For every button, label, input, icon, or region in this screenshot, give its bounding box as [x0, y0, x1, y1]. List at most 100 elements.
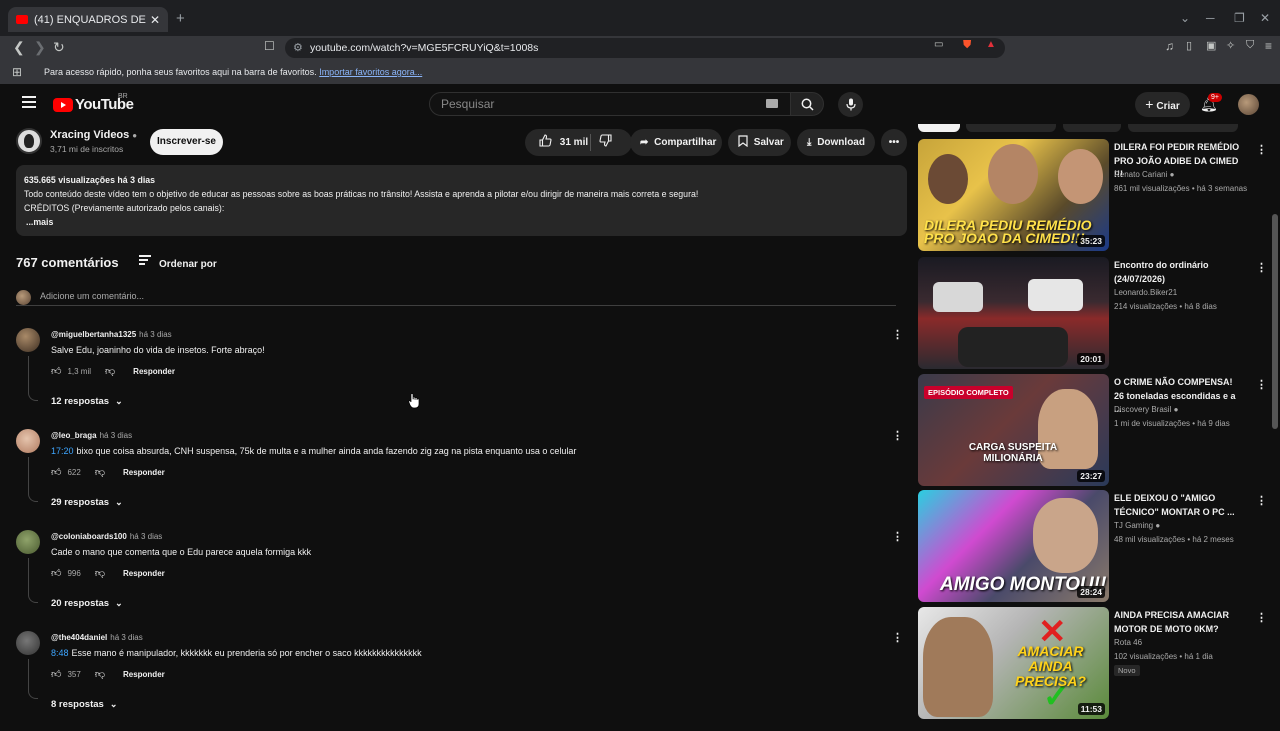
video-thumbnail[interactable]: 20:01	[918, 257, 1109, 369]
video-thumbnail[interactable]: DILERA PEDIU REMÉDIO PRO JOAO DA CIMED!!…	[918, 139, 1109, 251]
video-thumbnail[interactable]: ✕ ✓ AMACIAR AINDA PRECISA? 11:53	[918, 607, 1109, 719]
comment-author[interactable]: @the404daniel	[51, 633, 107, 642]
recommended-video[interactable]: 20:01 Encontro do ordinário (24/07/2026)…	[918, 257, 1267, 369]
vpn-icon[interactable]: ⛉	[1246, 39, 1254, 52]
video-description[interactable]: 635.665 visualizações há 3 dias Todo con…	[16, 165, 907, 236]
tab-list-icon[interactable]: ⌄	[1180, 11, 1190, 25]
sidebar-icon[interactable]: ▯	[1186, 39, 1192, 52]
video-menu-icon[interactable]: ⋮	[1256, 261, 1267, 274]
comment-avatar[interactable]	[16, 429, 40, 453]
video-channel[interactable]: Renato Cariani	[1114, 170, 1167, 179]
keyboard-icon[interactable]	[766, 99, 778, 108]
site-info-icon[interactable]: ⚙	[293, 38, 303, 58]
sort-comments-button[interactable]: Ordenar por	[139, 255, 217, 270]
reply-button[interactable]: Responder	[123, 569, 165, 578]
comment-author[interactable]: @miguelbertanha1325	[51, 330, 136, 339]
search-input[interactable]: Pesquisar	[429, 92, 791, 116]
subscribe-button[interactable]: Inscrever-se	[150, 129, 223, 155]
thumbs-down-icon[interactable]: 👎︎	[105, 365, 115, 377]
comment-time[interactable]: há 3 dias	[100, 431, 132, 440]
video-channel[interactable]: TJ Gaming	[1114, 521, 1153, 530]
comment-avatar[interactable]	[16, 631, 40, 655]
thumbs-down-icon[interactable]: 👎︎	[95, 466, 105, 478]
chip-other[interactable]	[1128, 124, 1238, 132]
forward-icon[interactable]: ❯	[34, 39, 46, 56]
channel-avatar[interactable]	[16, 128, 42, 154]
video-title[interactable]: AINDA PRECISA AMACIAR MOTOR DE MOTO 0KM?	[1114, 609, 1244, 636]
media-icon[interactable]: ♫	[1165, 39, 1174, 53]
search-button[interactable]	[790, 92, 824, 116]
reload-icon[interactable]: ↻	[53, 39, 65, 56]
browser-tab[interactable]: (41) ENQUADROS DE MOTO (EP ✕	[8, 7, 168, 32]
chip-channel[interactable]	[1063, 124, 1121, 132]
address-bar[interactable]: ⚙ youtube.com/watch?v=MGE5FCRUYiQ&t=1008…	[285, 38, 1005, 58]
share-button[interactable]: ➦ Compartilhar	[630, 129, 722, 156]
view-replies-button[interactable]: 8 respostas ⌄	[51, 699, 117, 710]
bookmark-icon[interactable]: ☐	[264, 39, 275, 53]
comment-time[interactable]: há 3 dias	[110, 633, 142, 642]
comment-author[interactable]: @leo_braga	[51, 431, 97, 440]
rewards-icon[interactable]: ▲	[986, 39, 996, 50]
cast-icon[interactable]: ▭	[934, 39, 943, 50]
chip-all[interactable]	[918, 124, 960, 132]
video-menu-icon[interactable]: ⋮	[1256, 143, 1267, 156]
video-channel[interactable]: Leonardo.Biker21	[1114, 288, 1177, 297]
view-replies-button[interactable]: 29 respostas ⌄	[51, 497, 123, 508]
comment-author[interactable]: @coloniaboards100	[51, 532, 127, 541]
reply-button[interactable]: Responder	[123, 468, 165, 477]
thumbs-up-icon[interactable]: 👍︎	[51, 668, 61, 680]
comment-menu-icon[interactable]: ⋮	[892, 530, 903, 543]
dislike-button[interactable]	[599, 129, 612, 156]
more-actions-button[interactable]: •••	[881, 129, 907, 156]
video-menu-icon[interactable]: ⋮	[1256, 494, 1267, 507]
scrollbar-thumb[interactable]	[1272, 214, 1278, 429]
youtube-logo[interactable]: YouTube BR	[53, 93, 134, 113]
video-thumbnail[interactable]: AMIGO MONTOU!! 28:24	[918, 490, 1109, 602]
view-replies-button[interactable]: 20 respostas ⌄	[51, 598, 123, 609]
comment-time[interactable]: há 3 dias	[139, 330, 171, 339]
thumbs-down-icon[interactable]: 👎︎	[95, 668, 105, 680]
comment-menu-icon[interactable]: ⋮	[892, 631, 903, 644]
video-thumbnail[interactable]: EPISÓDIO COMPLETO CARGA SUSPEITA MILIONÁ…	[918, 374, 1109, 486]
thumbs-down-icon[interactable]: 👎︎	[95, 567, 105, 579]
download-button[interactable]: ⤓ Download	[797, 129, 875, 156]
video-timestamp-link[interactable]: 17:20	[51, 446, 74, 456]
channel-name[interactable]: Xracing Videos	[50, 129, 129, 141]
create-button[interactable]: + Criar	[1135, 92, 1190, 117]
reply-button[interactable]: Responder	[133, 367, 175, 376]
brave-shield-icon[interactable]: ⛊	[963, 39, 971, 52]
video-title[interactable]: ELE DEIXOU O "AMIGO TÉCNICO" MONTAR O PC…	[1114, 492, 1244, 519]
video-menu-icon[interactable]: ⋮	[1256, 378, 1267, 391]
comment-time[interactable]: há 3 dias	[130, 532, 162, 541]
video-menu-icon[interactable]: ⋮	[1256, 611, 1267, 624]
browser-menu-icon[interactable]: ≡	[1265, 39, 1272, 53]
reply-button[interactable]: Responder	[123, 670, 165, 679]
import-bookmarks-link[interactable]: Importar favoritos agora...	[319, 67, 422, 77]
hamburger-menu-icon[interactable]	[22, 96, 36, 108]
add-comment-field[interactable]: Adicione um comentário...	[16, 288, 896, 306]
tab-close-icon[interactable]: ✕	[150, 13, 160, 27]
save-button[interactable]: Salvar	[728, 129, 791, 156]
voice-search-button[interactable]	[838, 92, 863, 117]
comment-menu-icon[interactable]: ⋮	[892, 328, 903, 341]
thumbs-up-icon[interactable]: 👍︎	[51, 567, 61, 579]
thumbs-up-icon[interactable]: 👍︎	[51, 365, 61, 377]
new-tab-icon[interactable]: +	[176, 10, 185, 27]
video-channel[interactable]: Discovery Brasil	[1114, 405, 1171, 414]
minimize-icon[interactable]: ─	[1206, 11, 1215, 25]
comment-menu-icon[interactable]: ⋮	[892, 429, 903, 442]
recommended-video[interactable]: EPISÓDIO COMPLETO CARGA SUSPEITA MILIONÁ…	[918, 374, 1267, 486]
back-icon[interactable]: ❮	[13, 39, 25, 56]
video-title[interactable]: Encontro do ordinário (24/07/2026)	[1114, 259, 1244, 286]
extensions-icon[interactable]: ✧	[1226, 39, 1235, 52]
comment-avatar[interactable]	[16, 328, 40, 352]
account-avatar[interactable]	[1238, 94, 1259, 115]
view-replies-button[interactable]: 12 respostas ⌄	[51, 396, 123, 407]
video-channel[interactable]: Rota 46	[1114, 638, 1142, 647]
chip-related[interactable]	[966, 124, 1056, 132]
comment-avatar[interactable]	[16, 530, 40, 554]
thumbs-up-icon[interactable]: 👍︎	[51, 466, 61, 478]
video-timestamp-link[interactable]: 8:48	[51, 648, 69, 658]
window-close-icon[interactable]: ✕	[1260, 11, 1270, 25]
recommended-video[interactable]: ✕ ✓ AMACIAR AINDA PRECISA? 11:53 AINDA P…	[918, 607, 1267, 719]
